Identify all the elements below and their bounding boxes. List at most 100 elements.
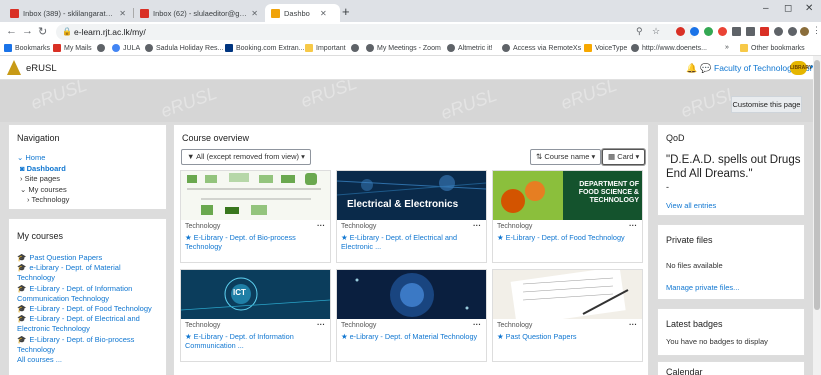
bookmark-item[interactable]: Bookmarks bbox=[4, 44, 50, 52]
menu-dots-icon[interactable]: ⋮ bbox=[812, 25, 821, 36]
course-name[interactable]: ★ E-Library - Dept. of Information Commu… bbox=[185, 332, 327, 350]
course-menu-icon[interactable]: ··· bbox=[629, 320, 637, 329]
forward-icon[interactable]: → bbox=[22, 25, 33, 37]
star-icon[interactable]: ☆ bbox=[652, 26, 660, 37]
course-menu-icon[interactable]: ··· bbox=[317, 221, 325, 230]
bookmark-item[interactable]: Important bbox=[305, 44, 346, 52]
course-link[interactable]: 🎓 E-Library - Dept. of Bio-process Techno… bbox=[17, 335, 155, 355]
profile-avatar[interactable] bbox=[800, 27, 809, 36]
avatar[interactable]: LIBRARY bbox=[790, 61, 812, 75]
extension-icon[interactable] bbox=[704, 27, 713, 36]
all-courses-link[interactable]: All courses ... bbox=[17, 355, 155, 365]
extension-icon[interactable] bbox=[690, 27, 699, 36]
bookmark-item[interactable]: JULA bbox=[112, 44, 140, 52]
course-name[interactable]: ★ Past Question Papers bbox=[497, 332, 639, 341]
course-menu-icon[interactable]: ··· bbox=[473, 221, 481, 230]
extension-icon[interactable] bbox=[732, 27, 741, 36]
bookmark-item[interactable]: http://www.doenets... bbox=[631, 44, 707, 52]
course-card[interactable]: ICT Technology ··· ★ E-Library - Dept. o… bbox=[180, 269, 331, 362]
bell-icon[interactable]: 🔔 bbox=[686, 63, 697, 74]
globe-icon bbox=[366, 44, 374, 52]
nav-technology[interactable]: › Technology bbox=[17, 195, 69, 206]
zoom-icon[interactable]: ⚲ bbox=[636, 26, 643, 37]
extension-icon[interactable] bbox=[774, 27, 783, 36]
new-tab-button[interactable]: + bbox=[342, 4, 350, 19]
page-scrollbar[interactable] bbox=[813, 56, 821, 375]
puzzle-icon[interactable] bbox=[788, 27, 797, 36]
course-link[interactable]: 🎓 Past Question Papers bbox=[17, 253, 155, 263]
gmail-icon bbox=[53, 44, 61, 52]
tab-inbox-1[interactable]: Inbox (389) - sklilangarathne@g ✕ bbox=[4, 4, 132, 22]
page-banner: eRUSL eRUSL eRUSL eRUSL eRUSL eRUSL bbox=[0, 80, 813, 122]
bookmark-item[interactable] bbox=[351, 44, 362, 52]
course-card[interactable]: Technology ··· ★ e-Library - Dept. of Ma… bbox=[336, 269, 487, 362]
course-image bbox=[337, 270, 486, 319]
latest-badges-block: Latest badges You have no badges to disp… bbox=[657, 308, 805, 356]
course-image: DEPARTMENT OF FOOD SCIENCE & TECHNOLOGY bbox=[493, 171, 642, 220]
view-all-entries-link[interactable]: View all entries bbox=[666, 201, 716, 210]
tab-inbox-2[interactable]: Inbox (62) - slulaeditor@gmail.c ✕ bbox=[134, 4, 264, 22]
extension-icon[interactable] bbox=[718, 27, 727, 36]
minimize-icon[interactable]: – bbox=[763, 3, 769, 14]
reload-icon[interactable]: ↻ bbox=[38, 25, 47, 38]
bookmark-item[interactable]: Booking.com Extran... bbox=[225, 44, 304, 52]
sort-dropdown[interactable]: ⇅ Course name ▾ bbox=[530, 149, 602, 165]
nav-dashboard[interactable]: ◙ Dashboard bbox=[17, 164, 69, 175]
course-menu-icon[interactable]: ··· bbox=[629, 221, 637, 230]
chat-icon[interactable]: 💬 bbox=[700, 63, 711, 74]
maximize-icon[interactable]: ◻ bbox=[784, 3, 792, 14]
bookmark-item[interactable]: Access via RemoteXs bbox=[502, 44, 581, 52]
bookmark-item[interactable]: VoiceType bbox=[584, 44, 627, 52]
bookmark-item[interactable]: Sadula Holiday Res... bbox=[145, 44, 223, 52]
course-image: Electrical & Electronics bbox=[337, 171, 486, 220]
calendar-block: Calendar bbox=[657, 361, 805, 375]
nav-home[interactable]: ⌄ Home bbox=[17, 153, 69, 164]
close-icon[interactable]: ✕ bbox=[251, 9, 258, 18]
course-menu-icon[interactable]: ··· bbox=[473, 320, 481, 329]
filter-dropdown[interactable]: ▼ All (except removed from view) ▾ bbox=[181, 149, 311, 165]
bookmark-item[interactable]: Altmetric it! bbox=[447, 44, 493, 52]
block-title: My courses bbox=[17, 231, 64, 241]
close-icon[interactable]: ✕ bbox=[119, 9, 126, 18]
folder-icon bbox=[740, 44, 748, 52]
site-logo[interactable] bbox=[7, 60, 21, 75]
course-link[interactable]: 🎓 E-Library - Dept. of Information Commun… bbox=[17, 284, 155, 304]
course-card[interactable]: DEPARTMENT OF FOOD SCIENCE & TECHNOLOGY … bbox=[492, 170, 643, 263]
close-icon[interactable]: ✕ bbox=[320, 9, 327, 18]
course-link[interactable]: 🎓 e-Library - Dept. of Material Technolog… bbox=[17, 263, 155, 283]
course-card[interactable]: Technology ··· ★ E-Library - Dept. of Bi… bbox=[180, 170, 331, 263]
extension-icon[interactable] bbox=[746, 27, 755, 36]
other-bookmarks[interactable]: Other bookmarks bbox=[740, 44, 805, 52]
course-link[interactable]: 🎓 E-Library - Dept. of Food Technology bbox=[17, 304, 155, 314]
course-menu-icon[interactable]: ··· bbox=[317, 320, 325, 329]
globe-icon bbox=[145, 44, 153, 52]
nav-site-pages[interactable]: › Site pages bbox=[17, 174, 69, 185]
bookmark-item[interactable]: My Meetings - Zoom bbox=[366, 44, 441, 52]
course-name[interactable]: ★ E-Library - Dept. of Food Technology bbox=[497, 233, 639, 242]
navigation-block: Navigation ⌄ Home ◙ Dashboard › Site pag… bbox=[8, 124, 167, 210]
window-close-icon[interactable]: ✕ bbox=[805, 3, 813, 14]
booking-icon bbox=[225, 44, 233, 52]
course-name[interactable]: ★ E-Library - Dept. of Electrical and El… bbox=[341, 233, 483, 251]
customise-page-button[interactable]: Customise this page bbox=[731, 96, 802, 113]
graduation-cap-icon: 🎓 bbox=[17, 304, 27, 314]
bookmark-item[interactable]: My Mails bbox=[53, 44, 92, 52]
nav-my-courses[interactable]: ⌄ My courses bbox=[17, 185, 69, 196]
course-card[interactable]: Technology ··· ★ Past Question Papers bbox=[492, 269, 643, 362]
extension-icon[interactable] bbox=[760, 27, 769, 36]
more-bookmarks-button[interactable]: » bbox=[725, 44, 729, 51]
extension-icon[interactable] bbox=[676, 27, 685, 36]
course-card[interactable]: Electrical & Electronics Technology ··· … bbox=[336, 170, 487, 263]
bookmark-item[interactable] bbox=[97, 44, 108, 52]
view-dropdown[interactable]: ▦ Card ▾ bbox=[602, 149, 646, 165]
dashboard-icon: ◙ bbox=[20, 163, 25, 173]
site-header: eRUSL 🔔 💬 Faculty of Technology Library … bbox=[0, 56, 821, 80]
site-name[interactable]: eRUSL bbox=[26, 63, 57, 74]
manage-private-files-link[interactable]: Manage private files... bbox=[666, 283, 739, 292]
private-files-block: Private files No files available Manage … bbox=[657, 224, 805, 300]
url-field[interactable]: 🔒 e-learn.rjt.ac.lk/my/ ⚲ ☆ bbox=[56, 24, 696, 40]
back-icon[interactable]: ← bbox=[6, 25, 17, 37]
course-name[interactable]: ★ E-Library - Dept. of Bio-process Techn… bbox=[185, 233, 327, 251]
course-link[interactable]: 🎓 E-Library - Dept. of Electrical and Ele… bbox=[17, 314, 155, 334]
course-name[interactable]: ★ e-Library - Dept. of Material Technolo… bbox=[341, 332, 483, 341]
